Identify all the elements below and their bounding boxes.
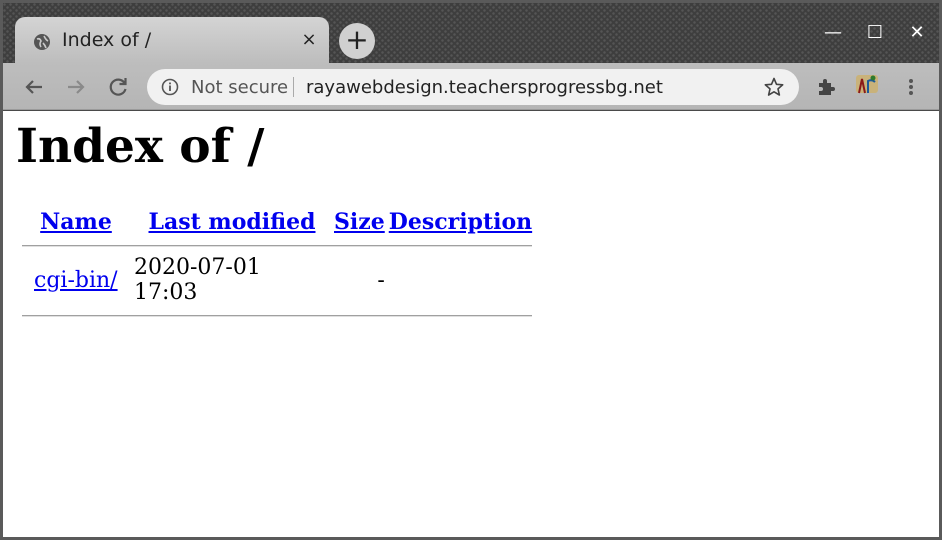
page-heading: Index of / <box>16 119 265 174</box>
browser-window: Index of / × + — ☐ ✕ Not secure rayawebd… <box>0 0 942 540</box>
column-size-header[interactable]: Size <box>333 209 386 235</box>
listing-header-row: Name Last modified Size Description <box>21 209 533 235</box>
column-name-header[interactable]: Name <box>21 209 131 235</box>
address-separator <box>293 77 294 97</box>
separator-cell <box>21 237 533 253</box>
description-cell <box>388 255 533 305</box>
globe-icon <box>34 34 50 50</box>
tab-title: Index of / <box>62 29 152 51</box>
security-label[interactable]: Not secure <box>191 77 288 98</box>
reload-icon[interactable] <box>104 73 132 101</box>
profile-icon[interactable] <box>853 71 881 99</box>
directory-listing: Name Last modified Size Description cgi-… <box>19 207 535 325</box>
extensions-icon[interactable] <box>815 75 839 99</box>
modified-cell: 2020-07-01 17:03 <box>134 255 261 305</box>
url-text[interactable]: rayawebdesign.teachersprogressbg.net <box>306 77 663 98</box>
sort-by-description-link[interactable]: Description <box>389 209 532 235</box>
table-row: cgi-bin/ 2020-07-01 17:03 - <box>21 255 533 305</box>
minimize-icon[interactable]: — <box>821 21 845 45</box>
file-name-cell: cgi-bin/ <box>21 255 131 305</box>
maximize-icon[interactable]: ☐ <box>863 21 887 45</box>
menu-icon[interactable] <box>899 75 923 99</box>
tab-index[interactable]: Index of / × <box>15 17 329 63</box>
title-bar: Index of / × + — ☐ ✕ <box>3 3 939 63</box>
toolbar: Not secure rayawebdesign.teachersprogres… <box>3 63 939 110</box>
column-description-header[interactable]: Description <box>388 209 533 235</box>
sort-by-name-link[interactable]: Name <box>40 209 112 235</box>
sort-by-size-link[interactable]: Size <box>334 209 385 235</box>
page-content: Index of / Name Last modified Size Descr… <box>3 111 939 537</box>
close-window-icon[interactable]: ✕ <box>905 21 929 45</box>
back-icon[interactable] <box>20 73 48 101</box>
file-link-cgi-bin[interactable]: cgi-bin/ <box>34 268 118 293</box>
footer-rule <box>22 315 533 317</box>
tab-close-icon[interactable]: × <box>299 30 319 50</box>
address-bar[interactable]: Not secure rayawebdesign.teachersprogres… <box>147 69 799 105</box>
separator-cell <box>21 307 533 323</box>
info-icon[interactable] <box>161 78 179 96</box>
new-tab-button[interactable]: + <box>339 23 375 59</box>
star-icon[interactable] <box>763 76 785 98</box>
separator-row <box>21 237 533 253</box>
header-rule <box>22 245 533 247</box>
sort-by-last-modified-link[interactable]: Last modified <box>149 209 316 235</box>
separator-row <box>21 307 533 323</box>
forward-icon[interactable] <box>62 73 90 101</box>
size-cell: - <box>377 267 385 293</box>
column-last-modified-header[interactable]: Last modified <box>133 209 331 235</box>
